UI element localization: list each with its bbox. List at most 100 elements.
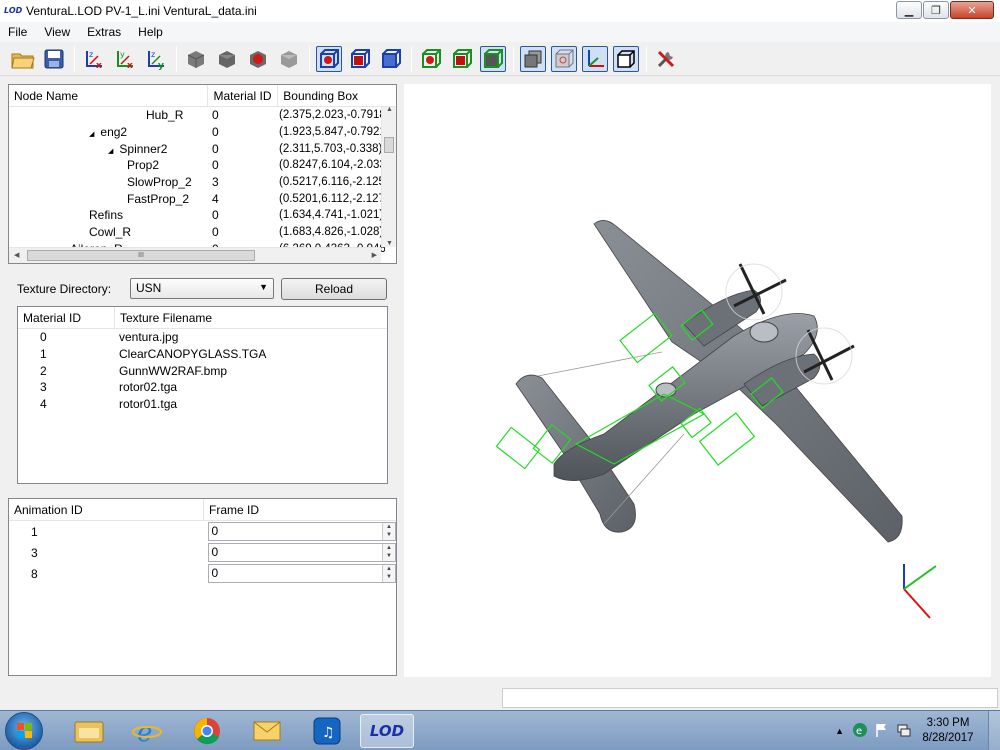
show-desktop-button[interactable] xyxy=(988,711,1000,750)
rotate-z-y-icon[interactable]: zy xyxy=(143,46,169,72)
chevron-down-icon: ▼ xyxy=(259,282,268,292)
reload-button[interactable]: Reload xyxy=(281,278,387,300)
internet-explorer-icon[interactable]: e xyxy=(120,714,174,748)
texture-directory-select[interactable]: USN ▼ xyxy=(130,278,274,299)
bbox-blue-icon[interactable] xyxy=(378,46,404,72)
texture-row[interactable]: 0 ventura.jpg xyxy=(18,329,387,346)
texture-filename: rotor01.tga xyxy=(119,397,178,412)
texture-list-panel[interactable]: Material ID Texture Filename 0 ventura.jp… xyxy=(17,306,388,484)
tree-row[interactable]: SlowProp_2 3 (0.5217,6.116,-2.125) xyxy=(9,174,396,191)
action-center-flag-icon[interactable] xyxy=(874,722,890,741)
tools-icon[interactable] xyxy=(653,46,679,72)
scroll-up-icon[interactable]: ▲ xyxy=(386,106,393,113)
gray-cube-icon[interactable] xyxy=(276,46,302,72)
texture-directory-value: USN xyxy=(136,281,162,295)
node-tree-panel[interactable]: Node Name Material ID Bounding Box Hub_R… xyxy=(8,84,397,264)
model-viewport[interactable] xyxy=(404,84,991,677)
menu-bar: File View Extras Help xyxy=(0,22,1000,42)
tree-node-name: eng2 xyxy=(100,125,128,140)
frame-id-spinbox[interactable]: 0 ▲ ▼ xyxy=(207,543,396,562)
tree-horizontal-scrollbar[interactable]: ◀ III ▶ xyxy=(9,247,381,263)
flat-cube-icon[interactable] xyxy=(214,46,240,72)
scroll-down-icon[interactable]: ▼ xyxy=(386,240,393,247)
scroll-left-icon[interactable]: ◀ xyxy=(14,251,19,259)
header-node-name[interactable]: Node Name xyxy=(9,85,209,106)
outlook-icon[interactable] xyxy=(240,714,294,748)
tree-expander-icon[interactable]: ◢ xyxy=(89,131,94,138)
windows-start-icon[interactable] xyxy=(5,712,43,750)
animation-panel[interactable]: Animation ID Frame ID 1 0 ▲ ▼ 3 0 ▲ ▼ 8 0 ▲ ▼ xyxy=(8,498,397,676)
axes-icon[interactable] xyxy=(582,45,608,72)
rotate-y-x-icon[interactable]: yx xyxy=(112,46,138,72)
tree-node-name: Cowl_R xyxy=(89,225,132,240)
menu-file[interactable]: File xyxy=(0,25,36,39)
tree-row[interactable]: Hub_R 0 (2.375,2.023,-0.7918) xyxy=(9,107,396,124)
tree-row[interactable]: FastProp_2 4 (0.5201,6.112,-2.127) xyxy=(9,190,396,207)
tree-expander-icon[interactable]: ◢ xyxy=(108,148,113,155)
spin-up-down-icon[interactable]: ▲ ▼ xyxy=(382,523,395,540)
bbox-solid-green-icon[interactable] xyxy=(449,46,475,72)
texture-list-header: Material ID Texture Filename xyxy=(18,307,387,329)
frame-id-spinbox[interactable]: 0 ▲ ▼ xyxy=(207,522,396,541)
file-explorer-icon[interactable] xyxy=(62,714,116,748)
tree-vertical-thumb[interactable] xyxy=(384,137,394,153)
header-texture-filename[interactable]: Texture Filename xyxy=(115,307,387,328)
tree-row[interactable]: Refins 0 (1.634,4.741,-1.021) xyxy=(9,207,396,224)
tray-chevron-icon[interactable]: ▲ xyxy=(835,726,844,736)
texture-row[interactable]: 3 rotor02.tga xyxy=(18,379,387,396)
save-disk-icon[interactable] xyxy=(41,46,67,72)
spin-up-down-icon[interactable]: ▲ ▼ xyxy=(382,565,395,582)
tree-row[interactable]: ◢ Spinner2 0 (2.311,5.703,-0.338) xyxy=(9,140,396,157)
header-frame-id[interactable]: Frame ID xyxy=(204,499,396,520)
red-cube-icon[interactable] xyxy=(245,46,271,72)
spin-up-down-icon[interactable]: ▲ ▼ xyxy=(382,544,395,561)
chrome-icon[interactable] xyxy=(180,714,234,748)
bbox-green-filled-icon[interactable] xyxy=(480,45,506,72)
menu-extras[interactable]: Extras xyxy=(79,25,130,39)
tree-node-name-cell: ◢ Spinner2 xyxy=(9,142,209,156)
header-bounding-box[interactable]: Bounding Box xyxy=(278,85,396,106)
header-material-id[interactable]: Material ID xyxy=(208,85,279,106)
wire-cube-icon[interactable] xyxy=(613,45,639,72)
tree-horizontal-thumb[interactable]: III xyxy=(27,250,255,261)
tree-node-name-cell: Hub_R xyxy=(9,108,209,122)
maximize-button[interactable]: ❐ xyxy=(923,1,949,19)
bbox-green-icon[interactable] xyxy=(418,46,444,72)
tree-vertical-scrollbar[interactable]: ▲ ▼ xyxy=(381,106,396,247)
lod-app-taskbar-icon[interactable]: LOD xyxy=(360,714,414,748)
toolbar-separator xyxy=(411,45,412,72)
bbox-red-icon[interactable] xyxy=(316,45,342,72)
animation-row: 8 0 ▲ ▼ xyxy=(9,563,396,584)
tree-node-name-cell: Refins xyxy=(9,208,209,222)
header-material-id[interactable]: Material ID xyxy=(18,307,115,328)
network-icon[interactable] xyxy=(896,722,912,741)
open-folder-icon[interactable] xyxy=(10,46,36,72)
header-animation-id[interactable]: Animation ID xyxy=(9,499,204,520)
menu-view[interactable]: View xyxy=(36,25,79,39)
bbox-solid-red-icon[interactable] xyxy=(347,46,373,72)
texture-row[interactable]: 2 GunnWW2RAF.bmp xyxy=(18,362,387,379)
tree-row[interactable]: Prop2 0 (0.8247,6.104,-2.033) xyxy=(9,157,396,174)
shaded-cube-icon[interactable] xyxy=(183,46,209,72)
tree-row[interactable]: Cowl_R 0 (1.683,4.826,-1.028) xyxy=(9,224,396,241)
texture-row[interactable]: 4 rotor01.tga xyxy=(18,396,387,413)
media-player-icon[interactable]: ♫ xyxy=(300,714,354,748)
menu-help[interactable]: Help xyxy=(130,25,172,39)
rotate-z-x-icon[interactable]: zx xyxy=(81,46,107,72)
texture-material-id: 4 xyxy=(40,397,47,412)
texture-row[interactable]: 1 ClearCANOPYGLASS.TGA xyxy=(18,346,387,363)
close-button[interactable]: ✕ xyxy=(950,1,994,19)
tree-node-name: Hub_R xyxy=(146,108,184,123)
clock[interactable]: 3:30 PM 8/28/2017 xyxy=(918,716,978,746)
minimize-button[interactable]: ▁ xyxy=(896,1,922,19)
e-app-tray-icon[interactable]: e xyxy=(852,722,868,741)
tree-bounding-box: (1.683,4.826,-1.028) xyxy=(279,226,384,239)
tree-node-name: Prop2 xyxy=(127,158,160,173)
texture-material-id: 2 xyxy=(40,363,47,378)
texture-cube-icon[interactable] xyxy=(551,45,577,72)
scroll-right-icon[interactable]: ▶ xyxy=(372,251,377,259)
stacked-cubes-icon[interactable] xyxy=(520,45,546,72)
frame-id-spinbox[interactable]: 0 ▲ ▼ xyxy=(207,564,396,583)
tree-bounding-box: (1.923,5.847,-0.7921) xyxy=(279,126,385,139)
tree-row[interactable]: ◢ eng2 0 (1.923,5.847,-0.7921) xyxy=(9,124,396,141)
